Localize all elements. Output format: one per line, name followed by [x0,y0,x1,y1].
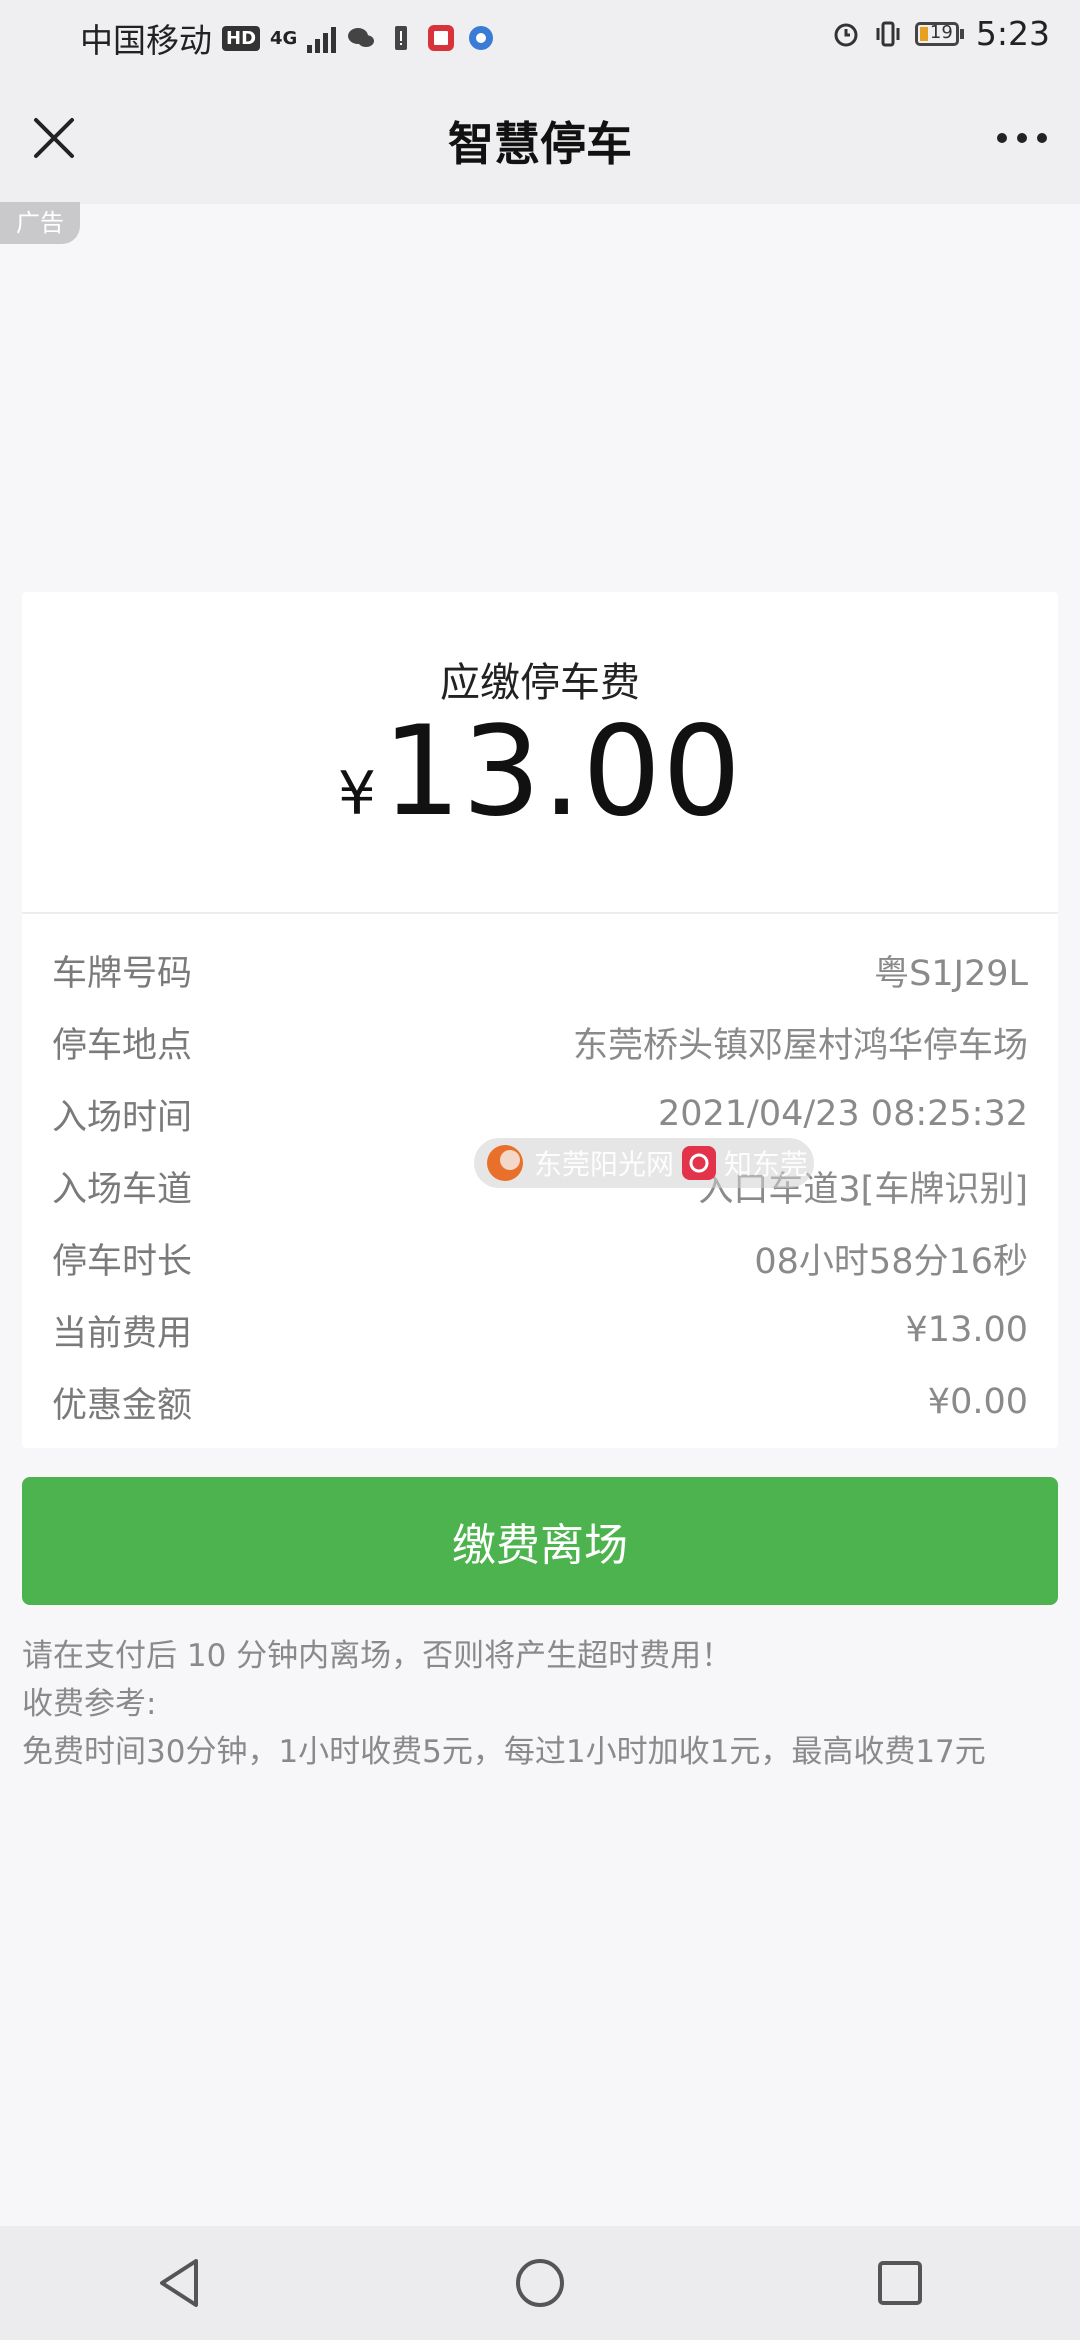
detail-key: 停车地点 [52,1025,193,1066]
network-label: 4G [270,27,298,49]
detail-row-duration: 停车时长 08小时58分16秒 [52,1222,1028,1294]
detail-value: ¥0.00 [927,1382,1028,1422]
fee-notes: 请在支付后 10 分钟内离场，否则将产生超时费用！ 收费参考: 免费时间30分钟… [22,1632,1062,1776]
signal-icon [307,23,337,53]
detail-value: 2021/04/23 08:25:32 [657,1094,1028,1134]
hd-badge: HD [222,25,261,51]
back-icon[interactable] [140,2243,220,2323]
eye-logo-icon [682,1146,717,1180]
detail-value: 粤S1J29L [874,953,1028,994]
detail-value: ¥13.00 [905,1310,1028,1350]
detail-key: 入场时间 [52,1097,193,1138]
battery-level: 19 [929,21,953,43]
alert-icon [395,26,408,50]
vibrate-icon [876,21,900,46]
detail-key: 停车时长 [52,1241,193,1282]
detail-key: 入场车道 [52,1169,193,1210]
battery-icon: 19 [914,21,964,46]
title-bar: 智慧停车 [0,72,1080,204]
detail-row-location: 停车地点 东莞桥头镇邓屋村鸿华停车场 [52,1006,1028,1078]
status-left: 中国移动 HD 4G [80,14,496,62]
detail-row-current-fee: 当前费用 ¥13.00 [52,1294,1028,1366]
ad-label[interactable]: 广告 [0,202,80,244]
currency-symbol: ¥ [337,759,377,829]
book-app-icon [428,25,455,51]
amount-value: 13.00 [382,700,743,844]
status-right: 19 5:23 [831,14,1050,53]
note-line-3: 免费时间30分钟，1小时收费5元，每过1小时加收1元，最高收费17元 [22,1734,986,1770]
wechat-icon [348,28,375,47]
clock: 5:23 [975,14,1050,53]
watermark-text-2: 知东莞 [724,1148,809,1181]
detail-row-discount: 优惠金额 ¥0.00 [52,1366,1028,1438]
detail-value: 08小时58分16秒 [754,1241,1028,1282]
watermark: 东莞阳光网 知东莞 [474,1138,814,1188]
recent-apps-icon[interactable] [860,2243,940,2323]
detail-row-plate: 车牌号码 粤S1J29L [52,934,1028,1006]
detail-key: 当前费用 [52,1313,193,1354]
note-line-2: 收费参考: [22,1686,157,1722]
parking-fee-card: 应缴停车费 ¥13.00 车牌号码 粤S1J29L 停车地点 东莞桥头镇邓屋村鸿华停… [22,592,1058,1448]
navigation-bar [0,2226,1080,2340]
carrier-label: 中国移动 [80,21,212,60]
note-line-1: 请在支付后 10 分钟内离场，否则将产生超时费用！ [22,1638,733,1674]
status-bar: 中国移动 HD 4G 19 5:23 [0,0,1080,72]
pay-and-exit-button[interactable]: 缴费离场 [22,1477,1058,1605]
fee-amount: ¥13.00 [22,700,1058,844]
more-options-icon[interactable] [992,128,1052,148]
page-title: 智慧停车 [448,117,632,171]
detail-key: 优惠金额 [52,1385,193,1426]
watermark-text-1: 东莞阳光网 [534,1148,675,1181]
detail-key: 车牌号码 [52,953,193,994]
detail-value: 东莞桥头镇邓屋村鸿华停车场 [572,1025,1028,1066]
browser-app-icon [469,26,494,50]
alarm-icon [834,23,858,46]
sun-logo-icon [487,1145,523,1181]
home-icon[interactable] [500,2243,580,2323]
divider [22,912,1058,914]
